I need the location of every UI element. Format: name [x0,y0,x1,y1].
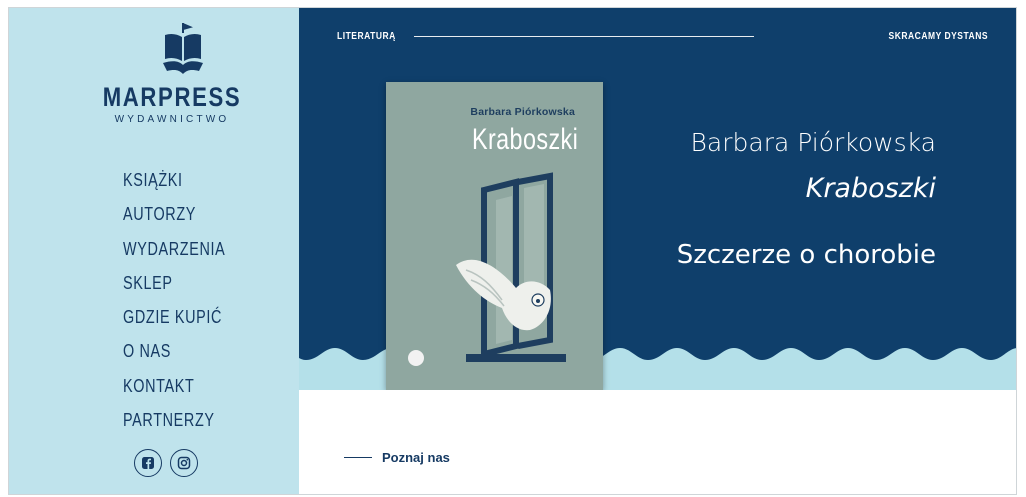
hero-book-title[interactable]: Kraboszki [806,173,936,204]
social-links [134,449,198,477]
poznaj-nas-label: Poznaj nas [382,450,450,465]
nav-item-kontakt[interactable]: KONTAKT [123,369,225,403]
sidebar: MARPRESS WYDAWNICTWO KSIĄŻKI AUTORZY WYD… [9,8,299,494]
hero-author: Barbara Piórkowska [690,128,936,157]
nav-item-autorzy[interactable]: AUTORZY [123,197,225,231]
topbar-divider [414,36,754,37]
poznaj-nas-link[interactable]: Poznaj nas [344,450,450,465]
publisher-mark-icon [408,350,424,366]
slogan-label: SKRACAMY DYSTANS [888,31,988,42]
ship-logo-icon[interactable] [161,21,205,77]
link-dash [344,456,372,459]
nav-item-o-nas[interactable]: O NAS [123,334,225,368]
main-nav: KSIĄŻKI AUTORZY WYDARZENIA SKLEP GDZIE K… [123,163,251,437]
instagram-link[interactable] [170,449,198,477]
hero-tagline: Szczerze o chorobie [676,240,936,270]
window-owl-illustration [456,172,566,362]
facebook-link[interactable] [134,449,162,477]
instagram-icon [177,456,191,470]
book-cover[interactable]: Barbara Piórkowska Kraboszki [386,82,603,390]
page-frame: MARPRESS WYDAWNICTWO KSIĄŻKI AUTORZY WYD… [8,7,1017,495]
nav-item-wydarzenia[interactable]: WYDARZENIA [123,232,225,266]
book-cover-author: Barbara Piórkowska [470,106,575,118]
book-cover-title: Kraboszki [471,123,578,156]
nav-item-partnerzy[interactable]: PARTNERZY [123,403,225,437]
brand-subtitle: WYDAWNICTWO [114,114,230,125]
brand-name: MARPRESS [102,82,242,112]
nav-item-ksiazki[interactable]: KSIĄŻKI [123,163,225,197]
nav-item-sklep[interactable]: SKLEP [123,266,225,300]
facebook-icon [142,457,154,469]
nav-item-gdzie-kupic[interactable]: GDZIE KUPIĆ [123,300,225,334]
category-label[interactable]: LITERATURĄ [337,31,396,42]
content-section: Poznaj nas [299,390,1016,494]
